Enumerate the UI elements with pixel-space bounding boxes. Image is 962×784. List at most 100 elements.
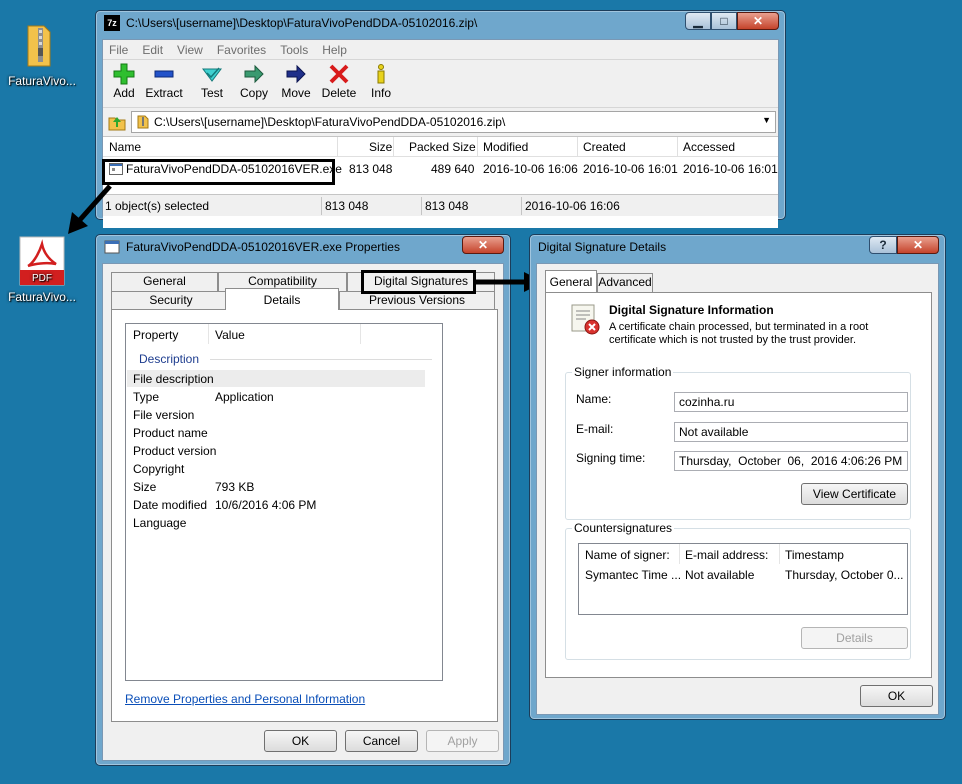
list-item[interactable]: Language bbox=[127, 514, 425, 531]
close-button[interactable]: ✕ bbox=[737, 12, 779, 30]
menu-file[interactable]: File bbox=[109, 43, 128, 57]
certificate-error-icon bbox=[571, 304, 600, 335]
tab-sig-general[interactable]: General bbox=[545, 270, 597, 292]
toolbar-move-button[interactable]: Move bbox=[275, 62, 317, 100]
signer-information-group: Signer information Name: cozinha.ru E-ma… bbox=[565, 365, 911, 520]
signing-time-label: Signing time: bbox=[576, 451, 646, 465]
tab-sig-advanced[interactable]: Advanced bbox=[597, 273, 653, 292]
properties-window: FaturaVivoPendDDA-05102016VER.exe Proper… bbox=[95, 234, 511, 766]
col-accessed[interactable]: Accessed bbox=[683, 140, 735, 154]
col-value[interactable]: Value bbox=[215, 328, 245, 342]
tab-details[interactable]: Details bbox=[225, 288, 339, 310]
address-path: C:\Users\[username]\Desktop\FaturaVivoPe… bbox=[154, 115, 506, 129]
menu-edit[interactable]: Edit bbox=[142, 43, 163, 57]
maximize-button[interactable]: □ bbox=[711, 12, 737, 30]
list-item[interactable]: Product version bbox=[127, 442, 425, 459]
toolbar-copy-button[interactable]: Copy bbox=[233, 62, 275, 100]
remove-properties-link[interactable]: Remove Properties and Personal Informati… bbox=[125, 692, 365, 706]
signature-ok-button[interactable]: OK bbox=[860, 685, 933, 707]
row-size: 813 048 bbox=[349, 162, 393, 176]
countersignatures-group: Countersignatures Name of signer: E-mail… bbox=[565, 521, 911, 660]
address-bar: C:\Users\[username]\Desktop\FaturaVivoPe… bbox=[103, 109, 778, 135]
extract-icon bbox=[154, 70, 174, 78]
minimize-button[interactable]: ▁ bbox=[685, 12, 711, 30]
col-size[interactable]: Size bbox=[369, 140, 392, 154]
pdf-file-icon: PDF bbox=[19, 236, 65, 286]
details-button[interactable]: Details bbox=[801, 627, 908, 649]
toolbar-test-button[interactable]: Test bbox=[191, 62, 233, 100]
toolbar: Add Extract Test Copy Move Delete Info bbox=[103, 60, 778, 108]
details-list: Property Value Description File descript… bbox=[125, 323, 443, 681]
toolbar-info-button[interactable]: Info bbox=[360, 62, 402, 100]
apply-button[interactable]: Apply bbox=[426, 730, 499, 752]
sevenzip-client: File Edit View Favorites Tools Help Add … bbox=[102, 39, 779, 228]
list-item[interactable]: File version bbox=[127, 406, 425, 423]
list-item[interactable]: Type Application bbox=[127, 388, 425, 405]
tab-general[interactable]: General bbox=[111, 272, 218, 291]
delete-icon bbox=[329, 64, 349, 84]
menu-help[interactable]: Help bbox=[322, 43, 347, 57]
exe-highlight-box bbox=[102, 159, 335, 185]
address-field[interactable]: C:\Users\[username]\Desktop\FaturaVivoPe… bbox=[131, 111, 776, 133]
list-item[interactable]: File description bbox=[127, 370, 425, 387]
sevenzip-titlebar[interactable]: 7z C:\Users\[username]\Desktop\FaturaViv… bbox=[96, 11, 785, 35]
view-certificate-button[interactable]: View Certificate bbox=[801, 483, 908, 505]
col-packed-size[interactable]: Packed Size bbox=[409, 140, 476, 154]
digital-signatures-highlight-box bbox=[361, 270, 476, 294]
ok-button[interactable]: OK bbox=[264, 730, 337, 752]
annotation-arrow-down-icon bbox=[68, 184, 112, 234]
address-dropdown-icon[interactable]: ▼ bbox=[762, 115, 771, 125]
section-description: Description bbox=[139, 352, 200, 366]
counter-timestamp: Thursday, October 0... bbox=[785, 568, 904, 582]
desktop-pdf-label: FaturaVivo... bbox=[8, 290, 76, 304]
toolbar-extract-button[interactable]: Extract bbox=[143, 62, 185, 100]
desktop-pdf-file[interactable]: PDF FaturaVivo... bbox=[6, 236, 78, 304]
menu-bar: File Edit View Favorites Tools Help bbox=[103, 40, 778, 60]
col-created[interactable]: Created bbox=[583, 140, 626, 154]
signer-email-field[interactable]: Not available bbox=[674, 422, 908, 442]
toolbar-copy-label: Copy bbox=[239, 86, 268, 100]
signature-window-controls: ? ✕ bbox=[869, 236, 939, 254]
properties-titlebar[interactable]: FaturaVivoPendDDA-05102016VER.exe Proper… bbox=[96, 235, 510, 259]
toolbar-delete-label: Delete bbox=[321, 86, 357, 100]
sevenzip-app-icon: 7z bbox=[104, 15, 120, 31]
signature-title: Digital Signature Details bbox=[538, 240, 667, 254]
menu-favorites[interactable]: Favorites bbox=[217, 43, 266, 57]
properties-title: FaturaVivoPendDDA-05102016VER.exe Proper… bbox=[126, 240, 400, 254]
list-item[interactable]: Date modified 10/6/2016 4:06 PM bbox=[127, 496, 425, 513]
desktop-zip-file[interactable]: FaturaVivo... bbox=[6, 22, 78, 88]
up-folder-icon[interactable] bbox=[107, 112, 127, 132]
list-item[interactable]: Product name bbox=[127, 424, 425, 441]
signature-close-button[interactable]: ✕ bbox=[897, 236, 939, 254]
table-row[interactable]: Symantec Time ... Not available Thursday… bbox=[579, 566, 907, 584]
menu-view[interactable]: View bbox=[177, 43, 203, 57]
signer-name-field[interactable]: cozinha.ru bbox=[674, 392, 908, 412]
col-name[interactable]: Name bbox=[109, 140, 141, 154]
properties-client: General Compatibility Digital Signatures… bbox=[102, 263, 504, 761]
col-timestamp[interactable]: Timestamp bbox=[785, 548, 844, 562]
exe-app-icon bbox=[104, 240, 120, 254]
counter-header: Name of signer: E-mail address: Timestam… bbox=[579, 544, 907, 564]
help-button[interactable]: ? bbox=[869, 236, 897, 254]
counter-email: Not available bbox=[685, 568, 755, 582]
row-packed: 489 640 bbox=[431, 162, 475, 176]
col-property[interactable]: Property bbox=[133, 328, 178, 342]
list-item[interactable]: Size 793 KB bbox=[127, 478, 425, 495]
col-signer-name[interactable]: Name of signer: bbox=[585, 548, 670, 562]
signature-info-title: Digital Signature Information bbox=[609, 303, 774, 317]
properties-close-button[interactable]: ✕ bbox=[462, 236, 504, 254]
col-modified[interactable]: Modified bbox=[483, 140, 528, 154]
prop-name: Type bbox=[133, 390, 160, 404]
cancel-button[interactable]: Cancel bbox=[345, 730, 418, 752]
prop-value: 10/6/2016 4:06 PM bbox=[215, 498, 317, 512]
signing-time-field[interactable]: Thursday, October 06, 2016 4:06:26 PM bbox=[674, 451, 908, 471]
toolbar-add-button[interactable]: Add bbox=[103, 62, 145, 100]
signer-group-title: Signer information bbox=[572, 365, 674, 379]
zip-folder-icon bbox=[27, 25, 51, 67]
tab-security[interactable]: Security bbox=[111, 291, 231, 310]
col-email-address[interactable]: E-mail address: bbox=[685, 548, 768, 562]
list-item[interactable]: Copyright bbox=[127, 460, 425, 477]
menu-tools[interactable]: Tools bbox=[280, 43, 308, 57]
prop-name: File description bbox=[133, 372, 214, 386]
toolbar-delete-button[interactable]: Delete bbox=[318, 62, 360, 100]
